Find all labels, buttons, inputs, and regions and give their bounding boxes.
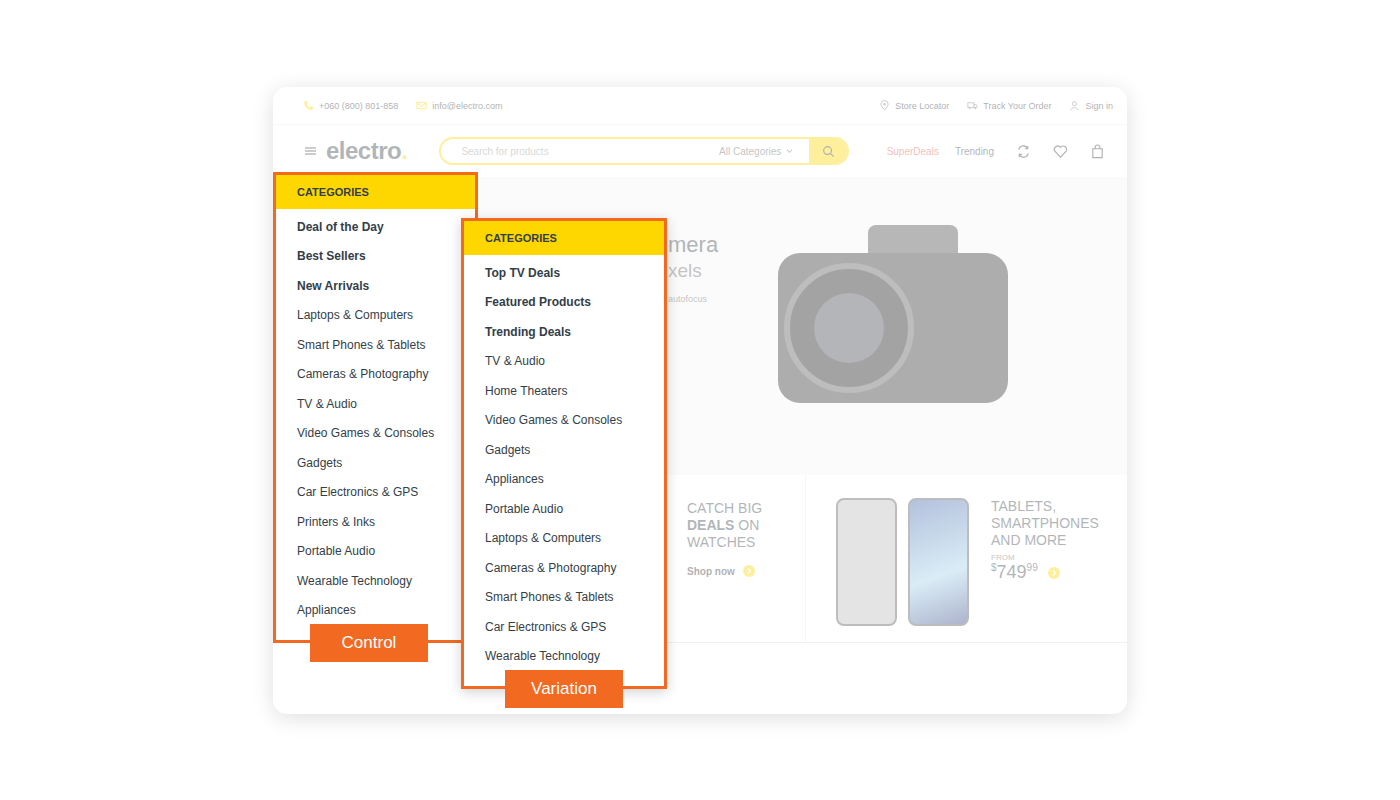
variant-label: Control <box>310 624 428 662</box>
menu-header: CATEGORIES <box>464 221 664 255</box>
menu-item[interactable]: Laptops & Computers <box>464 524 664 554</box>
top-link[interactable]: Track Your Order <box>967 100 1051 111</box>
menu-item[interactable]: Smart Phones & Tablets <box>276 330 475 360</box>
top-bar: +060 (800) 801-858 info@electro.com Store … <box>273 87 1127 125</box>
menu-item[interactable]: Gadgets <box>276 448 475 478</box>
banner-text: TABLETS,SMARTPHONESAND MORE FROM$74999 <box>991 498 1099 642</box>
menu-item[interactable]: Gadgets <box>464 435 664 465</box>
hamburger-icon[interactable] <box>305 146 316 156</box>
hero-line: autofocus <box>668 294 775 304</box>
account-links: Store Locator Track Your Order Sign in <box>879 100 1113 111</box>
camera-image <box>775 225 1010 475</box>
menu-item[interactable]: New Arrivals <box>276 271 475 301</box>
menu-item[interactable]: Best Sellers <box>276 242 475 272</box>
map-pin-icon <box>879 100 890 111</box>
banner-line: WATCHES <box>687 534 805 551</box>
menu-item[interactable]: Portable Audio <box>276 537 475 567</box>
menu-item[interactable]: Cameras & Photography <box>464 553 664 583</box>
hero-line: mera <box>668 232 775 258</box>
menu-item[interactable]: Cameras & Photography <box>276 360 475 390</box>
variant-label: Variation <box>505 670 623 708</box>
banner-title: TABLETS,SMARTPHONESAND MORE <box>991 498 1099 549</box>
truck-icon <box>967 100 978 111</box>
hero-line: xels <box>668 260 775 282</box>
chevron-down-icon <box>786 148 793 154</box>
camera-top <box>868 225 958 253</box>
menu-list: Top TV DealsFeatured ProductsTrending De… <box>464 255 664 671</box>
contact-info: +060 (800) 801-858 info@electro.com <box>303 100 502 111</box>
menu-item[interactable]: Wearable Technology <box>464 642 664 672</box>
menu-item[interactable]: Home Theaters <box>464 376 664 406</box>
nav-link[interactable]: SuperDeals <box>887 146 939 157</box>
page: +060 (800) 801-858 info@electro.com Store … <box>0 0 1400 800</box>
compare-icon[interactable] <box>1016 144 1031 159</box>
search-bar: Search for productsAll Categories <box>439 137 849 165</box>
menu-item[interactable]: TV & Audio <box>464 347 664 377</box>
categories-menu: CATEGORIESDeal of the DayBest SellersNew… <box>273 172 478 643</box>
menu-item[interactable]: Featured Products <box>464 288 664 318</box>
menu-item[interactable]: Top TV Deals <box>464 258 664 288</box>
top-link[interactable]: Sign in <box>1069 100 1113 111</box>
phone-back <box>836 498 897 626</box>
price-label: FROM <box>991 553 1099 562</box>
menu-item[interactable]: Appliances <box>464 465 664 495</box>
menu-item[interactable]: Laptops & Computers <box>276 301 475 331</box>
price-row: $74999 <box>991 562 1099 583</box>
menu-list: Deal of the DayBest SellersNew ArrivalsL… <box>276 209 475 625</box>
banner-line: CATCH BIG <box>687 500 805 517</box>
mail-icon <box>416 100 427 111</box>
phone-icon <box>303 100 314 111</box>
user-icon <box>1069 100 1080 111</box>
banner-line: TABLETS, <box>991 498 1099 515</box>
shop-now-link[interactable]: Shop now <box>687 565 805 577</box>
phones-banner[interactable]: TABLETS,SMARTPHONESAND MORE FROM$74999 <box>805 475 1127 642</box>
header-nav: SuperDeals Trending <box>887 144 1105 159</box>
camera-body <box>778 253 1008 403</box>
phones-image <box>836 498 969 642</box>
search-button[interactable] <box>809 139 847 163</box>
menu-item[interactable]: Appliances <box>276 596 475 626</box>
arrow-right-icon <box>743 565 755 577</box>
top-link[interactable]: Store Locator <box>879 100 949 111</box>
banner-line: DEALS ON <box>687 517 805 534</box>
search-icon <box>822 145 835 158</box>
shopping-bag-icon[interactable] <box>1090 144 1105 159</box>
menu-item[interactable]: Deal of the Day <box>276 212 475 242</box>
menu-item[interactable]: Video Games & Consoles <box>276 419 475 449</box>
menu-item[interactable]: TV & Audio <box>276 389 475 419</box>
phone-front <box>908 498 969 626</box>
phone-link[interactable]: +060 (800) 801-858 <box>303 100 398 111</box>
logo[interactable]: electro. <box>326 137 407 165</box>
header: electro. Search for productsAll Categorie… <box>273 125 1127 177</box>
menu-item[interactable]: Printers & Inks <box>276 507 475 537</box>
menu-item[interactable]: Video Games & Consoles <box>464 406 664 436</box>
price: $74999 <box>991 562 1038 583</box>
search-input[interactable]: Search for products <box>441 146 719 157</box>
banner-line: AND MORE <box>991 532 1099 549</box>
menu-item[interactable]: Trending Deals <box>464 317 664 347</box>
nav-link[interactable]: Trending <box>955 146 994 157</box>
screenshot-card: +060 (800) 801-858 info@electro.com Store … <box>273 87 1127 714</box>
email-link[interactable]: info@electro.com <box>416 100 502 111</box>
lens-glass <box>814 293 884 363</box>
menu-item[interactable]: Smart Phones & Tablets <box>464 583 664 613</box>
heart-icon[interactable] <box>1053 144 1068 159</box>
category-select[interactable]: All Categories <box>719 146 809 157</box>
banner-title: CATCH BIGDEALS ONWATCHES <box>687 500 805 551</box>
menu-header: CATEGORIES <box>276 175 475 209</box>
menu-item[interactable]: Car Electronics & GPS <box>276 478 475 508</box>
banner-line: SMARTPHONES <box>991 515 1099 532</box>
menu-item[interactable]: Car Electronics & GPS <box>464 612 664 642</box>
camera-lens <box>784 263 914 393</box>
menu-item[interactable]: Portable Audio <box>464 494 664 524</box>
arrow-right-icon[interactable] <box>1048 567 1060 579</box>
categories-menu: CATEGORIESTop TV DealsFeatured ProductsT… <box>461 218 667 689</box>
menu-item[interactable]: Wearable Technology <box>276 566 475 596</box>
